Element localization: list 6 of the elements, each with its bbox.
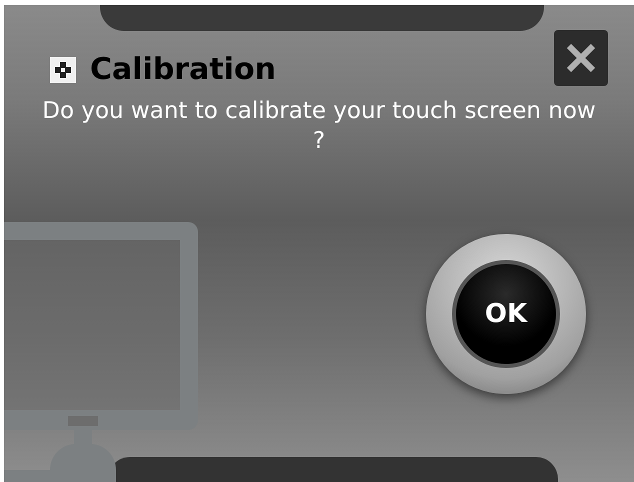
close-icon [565, 42, 597, 74]
dialog-message: Do you want to calibrate your touch screen now ? [41, 97, 597, 156]
crosshair-icon [50, 57, 76, 83]
ok-button[interactable]: OK [426, 234, 586, 394]
close-button[interactable] [554, 30, 608, 86]
dialog-title: Calibration [90, 55, 276, 85]
